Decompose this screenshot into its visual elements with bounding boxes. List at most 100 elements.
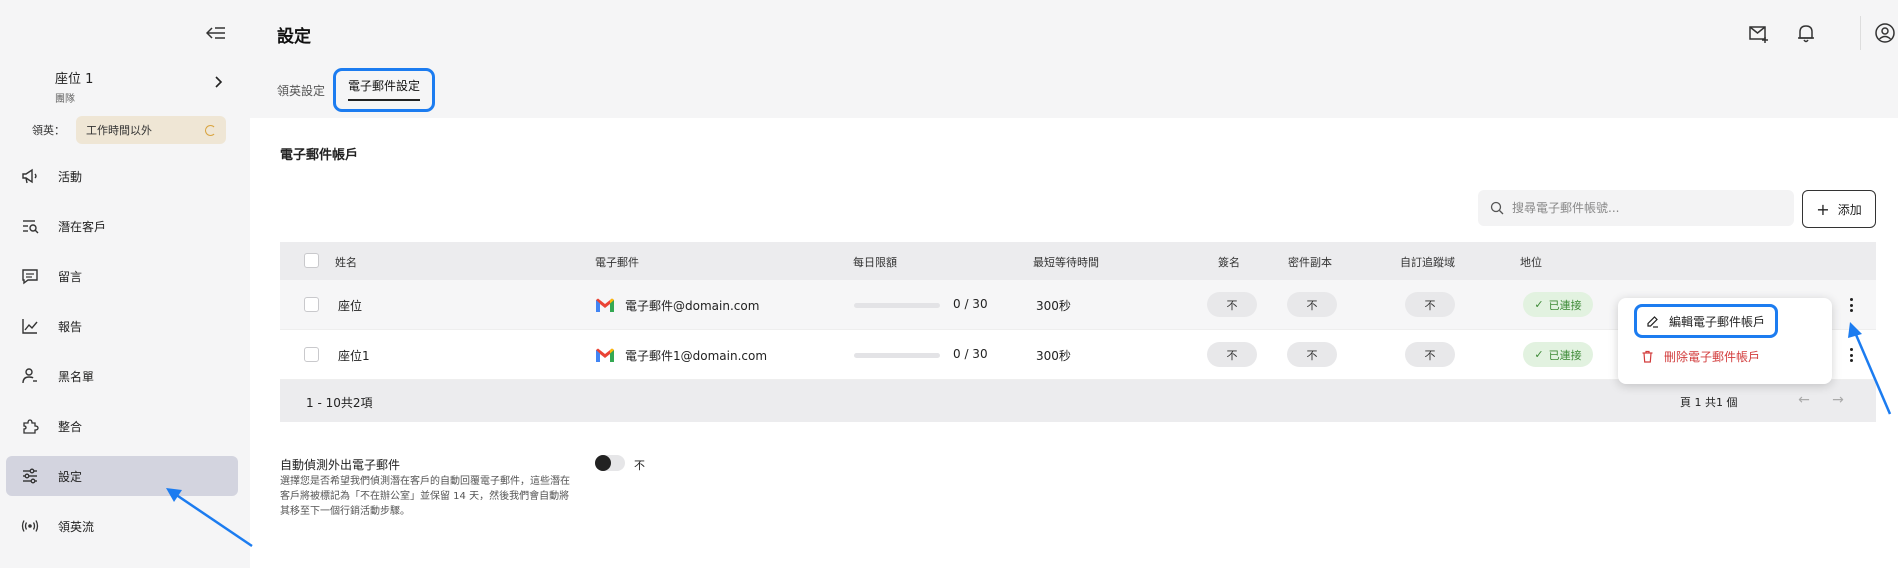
menu-item-label: 刪除電子郵件帳戶: [1664, 349, 1761, 364]
select-all-checkbox[interactable]: [304, 253, 319, 268]
sidebar-item-label: 設定: [58, 469, 83, 484]
page-title: 設定: [277, 27, 311, 47]
search-box[interactable]: [1478, 190, 1794, 226]
check-icon: ✓: [1534, 298, 1544, 311]
row-signature-badge: 不: [1207, 292, 1257, 317]
column-header-min-wait[interactable]: 最短等待時間: [1033, 254, 1099, 270]
row-name: 座位1: [338, 349, 370, 363]
sidebar-item-reports[interactable]: 報告: [6, 306, 238, 346]
row-tracking-badge: 不: [1405, 292, 1455, 317]
row-actions-button[interactable]: [1844, 295, 1858, 315]
add-account-button[interactable]: + 添加: [1802, 190, 1876, 228]
collapse-sidebar-button[interactable]: [205, 22, 227, 44]
sidebar: 座位 1 團隊 領英： 工作時間以外 活動 潛在客戶 留言 報告 黑名單 整合 …: [0, 0, 250, 568]
row-email: 電子郵件1@domain.com: [625, 349, 768, 363]
row-checkbox[interactable]: [304, 297, 319, 312]
auto-detect-toggle[interactable]: [595, 455, 625, 471]
row-daily-limit: 0 / 30: [953, 347, 988, 361]
status-text: 已連接: [1548, 298, 1582, 312]
top-toolbar: [1738, 0, 1898, 64]
status-text: 已連接: [1548, 348, 1582, 362]
section-title: 電子郵件帳戶: [280, 148, 359, 163]
sidebar-item-linkedin-stream[interactable]: 領英流: [6, 506, 238, 546]
tab-email-settings[interactable]: 電子郵件設定: [333, 68, 436, 112]
check-icon: ✓: [1534, 348, 1544, 361]
menu-item-delete-account[interactable]: 刪除電子郵件帳戶: [1640, 346, 1760, 366]
sidebar-item-campaigns[interactable]: 活動: [6, 156, 238, 196]
row-min-wait: 300秒: [1036, 299, 1071, 313]
row-email: 電子郵件@domain.com: [625, 299, 760, 313]
mail-add-icon[interactable]: [1748, 22, 1770, 44]
sidebar-item-label: 整合: [58, 419, 83, 434]
row-name: 座位: [338, 299, 363, 313]
auto-detect-description: 選擇您是否希望我們偵測潛在客戶的自動回覆電子郵件，這些潛在客戶將被標記為「不在辦…: [280, 476, 570, 517]
search-input[interactable]: [1512, 201, 1772, 215]
sidebar-nav: 活動 潛在客戶 留言 報告 黑名單 整合 設定 領英流: [6, 156, 238, 556]
collapse-left-icon: [206, 27, 225, 39]
sidebar-item-settings[interactable]: 設定: [6, 456, 238, 496]
main-content: 設定 領英設定 電子郵件設定 電子郵件帳戶 + 添加 姓名 電子郵件 每日限額: [250, 0, 1898, 568]
sidebar-item-blacklist[interactable]: 黑名單: [6, 356, 238, 396]
search-icon: [1490, 201, 1504, 215]
chevron-right-icon[interactable]: [212, 75, 226, 89]
sidebar-item-integrations[interactable]: 整合: [6, 406, 238, 446]
status-value: 工作時間以外: [86, 124, 152, 137]
pagination-range: 1 - 10共2項: [306, 396, 373, 410]
row-min-wait: 300秒: [1036, 349, 1071, 363]
settings-tabs: 領英設定 電子郵件設定: [277, 68, 436, 112]
arrow-left-icon[interactable]: ←: [1796, 392, 1812, 408]
row-checkbox[interactable]: [304, 347, 319, 362]
status-badge[interactable]: 工作時間以外: [76, 116, 226, 144]
row-status-badge: ✓ 已連接: [1523, 292, 1593, 317]
spinner-icon: [205, 124, 216, 136]
column-header-tracking-domain[interactable]: 自訂追蹤域: [1400, 254, 1455, 270]
row-actions-menu: 編輯電子郵件帳戶 刪除電子郵件帳戶: [1618, 298, 1832, 384]
tab-linkedin-settings[interactable]: 領英設定: [277, 82, 325, 99]
row-bcc-badge: 不: [1287, 342, 1337, 367]
user-blocked-icon: [20, 366, 40, 386]
seat-selector[interactable]: 座位 1 團隊: [55, 68, 93, 105]
edit-icon: [1645, 314, 1659, 328]
gmail-icon: [596, 348, 614, 362]
plus-icon: +: [1816, 199, 1830, 219]
broadcast-icon: [20, 516, 40, 536]
tab-label: 電子郵件設定: [348, 77, 421, 101]
sidebar-item-label: 報告: [58, 319, 83, 334]
bell-icon[interactable]: [1795, 22, 1817, 44]
column-header-bcc[interactable]: 密件副本: [1288, 254, 1332, 270]
row-bcc-badge: 不: [1287, 292, 1337, 317]
sidebar-item-label: 活動: [58, 169, 83, 184]
row-tracking-badge: 不: [1405, 342, 1455, 367]
chart-icon: [20, 316, 40, 336]
pagination-page: 頁 1 共1 個: [1680, 396, 1738, 409]
column-header-status[interactable]: 地位: [1520, 254, 1542, 270]
auto-detect-toggle-label: 不: [634, 459, 645, 472]
row-daily-limit: 0 / 30: [953, 297, 988, 311]
user-account-icon[interactable]: [1874, 22, 1896, 44]
daily-limit-progress: [854, 353, 940, 358]
sidebar-item-label: 黑名單: [58, 369, 95, 384]
megaphone-icon: [20, 166, 40, 186]
row-signature-badge: 不: [1207, 342, 1257, 367]
auto-detect-title: 自動偵測外出電子郵件: [280, 458, 401, 472]
status-label: 領英：: [32, 124, 65, 137]
row-actions-button[interactable]: [1844, 345, 1858, 365]
seat-team: 團隊: [55, 94, 75, 105]
arrow-right-icon[interactable]: →: [1830, 392, 1846, 408]
linkedin-status: 領英： 工作時間以外: [32, 116, 226, 144]
menu-item-label: 編輯電子郵件帳戶: [1669, 314, 1766, 329]
puzzle-icon: [20, 416, 40, 436]
sidebar-item-prospects[interactable]: 潛在客戶: [6, 206, 238, 246]
sidebar-item-label: 留言: [58, 269, 83, 284]
column-header-daily-limit[interactable]: 每日限額: [853, 254, 897, 270]
sidebar-item-messages[interactable]: 留言: [6, 256, 238, 296]
sidebar-item-label: 領英流: [58, 519, 95, 534]
menu-item-edit-account[interactable]: 編輯電子郵件帳戶: [1634, 304, 1778, 338]
column-header-email[interactable]: 電子郵件: [595, 254, 639, 270]
trash-icon: [1640, 349, 1654, 363]
column-header-signature[interactable]: 簽名: [1218, 254, 1240, 270]
daily-limit-progress: [854, 303, 940, 308]
sliders-icon: [20, 466, 40, 486]
column-header-name[interactable]: 姓名: [335, 254, 357, 270]
toggle-knob: [595, 455, 611, 471]
